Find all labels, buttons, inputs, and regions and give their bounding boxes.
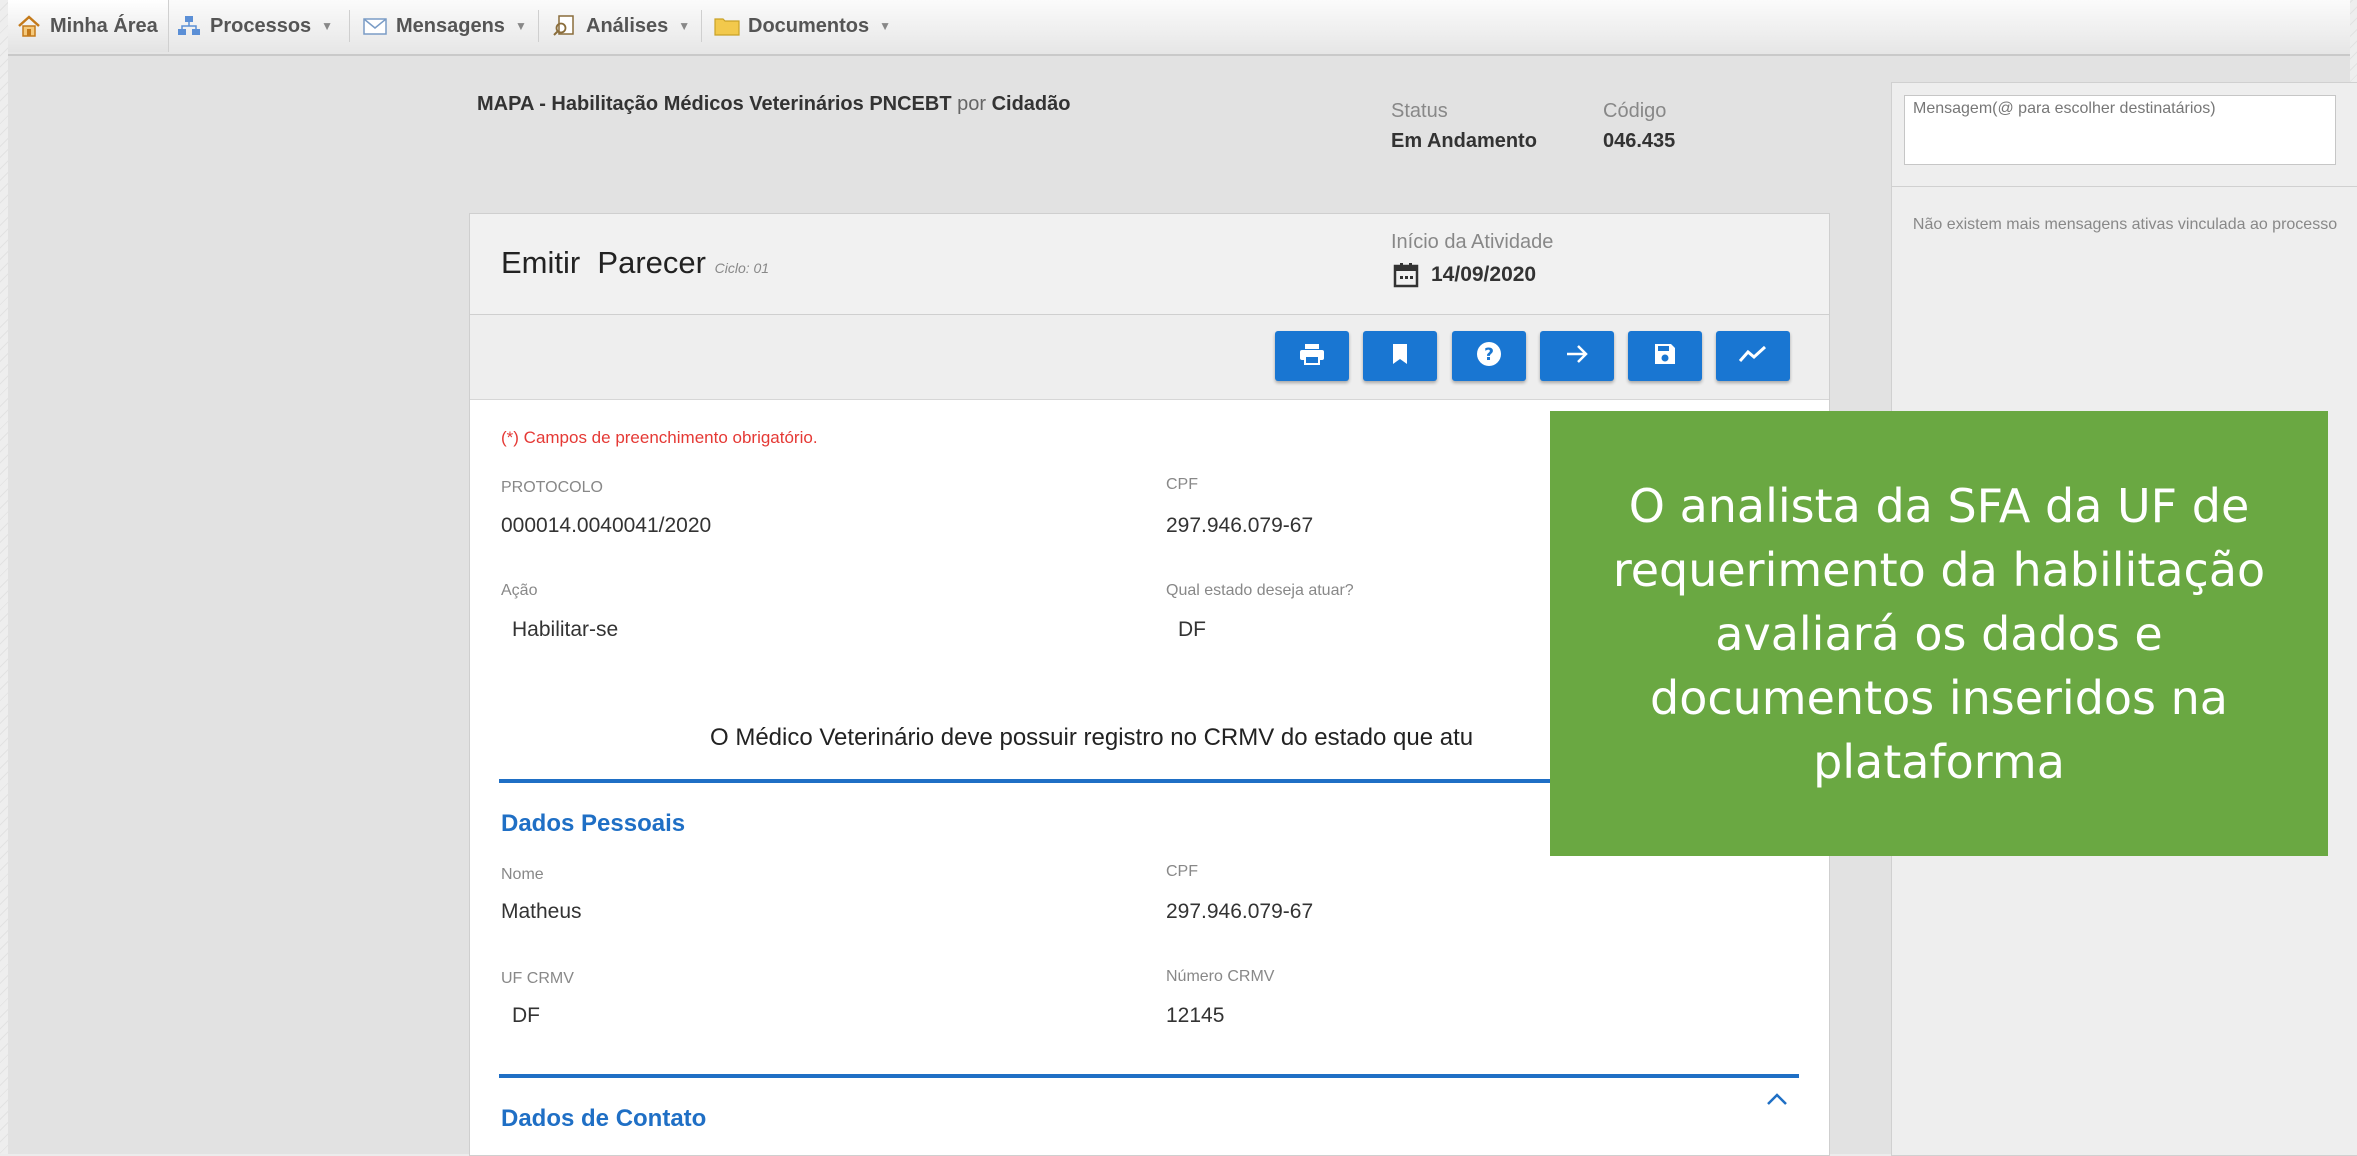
message-input[interactable]: Mensagem(@ para escolher destinatários) [1904,95,2336,165]
home-icon [16,15,42,37]
activity-cycle: Ciclo: 01 [714,260,770,276]
menu-minha-area[interactable]: Minha Área [8,0,169,52]
help-button[interactable]: ? [1452,331,1526,381]
code-label: Código [1603,100,1667,122]
menu-divider [538,10,539,42]
estado-value[interactable]: DF [1178,618,1206,642]
callout-text: O analista da SFA da UF de requerimento … [1612,478,2266,789]
dados-pessoais-title[interactable]: Dados Pessoais [501,810,685,838]
acao-label: Ação [501,582,538,599]
process-title-line: MAPA - Habilitação Médicos Veterinários … [477,93,1071,116]
status-value: Em Andamento [1391,130,1537,152]
envelope-icon [362,15,388,37]
protocolo-value: 000014.0040041/2020 [501,514,712,537]
chevron-up-icon[interactable] [1766,1092,1788,1111]
sitemap-icon [176,15,202,37]
annotation-callout: O analista da SFA da UF de requerimento … [1550,411,2328,856]
menu-label: Minha Área [50,14,158,37]
chevron-down-icon: ▼ [514,19,527,33]
print-icon [1299,343,1325,370]
menu-divider [701,10,702,42]
dados-contato-title[interactable]: Dados de Contato [501,1105,706,1133]
numero-crmv-value: 12145 [1166,1004,1225,1027]
nome-value: Matheus [501,900,582,923]
crmv-notice: O Médico Veterinário deve possuir regist… [710,724,1474,751]
activity-start-label: Início da Atividade [1391,231,1554,253]
process-author: Cidadão [991,93,1071,115]
messages-empty-text: Não existem mais mensagens ativas vincul… [1912,216,2338,233]
menu-documentos[interactable]: Documentos ▼ [714,0,891,52]
chevron-down-icon: ▼ [879,19,892,33]
menu-processos[interactable]: Processos ▼ [176,0,333,52]
chart-line-icon [1738,345,1767,368]
save-icon [1654,343,1676,370]
print-button[interactable] [1275,331,1349,381]
menu-label: Processos [210,14,312,37]
calendar-icon [1393,262,1419,288]
cpf-value: 297.946.079-67 [1166,514,1314,537]
svg-text:?: ? [1484,345,1494,365]
menu-label: Mensagens [396,14,505,37]
required-note: (*) Campos de preenchimento obrigatório. [501,428,818,447]
estado-label: Qual estado deseja atuar? [1166,582,1354,599]
bookmark-button[interactable] [1363,331,1437,381]
process-por: por [957,93,987,115]
help-icon: ? [1476,341,1502,372]
chevron-down-icon: ▼ [678,19,691,33]
arrow-right-icon [1565,344,1589,369]
cpf-label: CPF [1166,863,1198,880]
activity-title: Emitir Parecer [501,245,706,280]
toolbar-row [470,315,1829,400]
activity-start-date: 14/09/2020 [1431,263,1537,286]
uf-crmv-value[interactable]: DF [512,1004,540,1028]
activity-start-date-wrap: 14/09/2020 [1393,262,1536,288]
cpf-value: 297.946.079-67 [1166,900,1314,923]
chevron-down-icon: ▼ [321,19,334,33]
bookmark-icon [1391,343,1409,370]
status-label: Status [1391,100,1448,122]
activity-title-wrap: Emitir Parecer Ciclo: 01 [501,245,769,281]
search-document-icon [552,15,578,37]
acao-value[interactable]: Habilitar-se [512,618,618,642]
menu-label: Documentos [748,14,870,37]
save-button[interactable] [1628,331,1702,381]
menu-mensagens[interactable]: Mensagens ▼ [362,0,527,52]
menu-analises[interactable]: Análises ▼ [552,0,690,52]
nome-label: Nome [501,866,544,883]
top-menu-bar [8,0,2350,56]
numero-crmv-label: Número CRMV [1166,968,1275,985]
section-divider [499,1074,1799,1078]
uf-crmv-label: UF CRMV [501,970,574,987]
menu-label: Análises [586,14,669,37]
protocolo-label: PROTOCOLO [501,479,603,496]
cpf-label: CPF [1166,476,1198,493]
folder-icon [714,15,740,37]
panel-divider [1892,186,2357,187]
forward-button[interactable] [1540,331,1614,381]
menu-divider [349,10,350,42]
code-value: 046.435 [1603,130,1676,152]
chart-button[interactable] [1716,331,1790,381]
process-title: MAPA - Habilitação Médicos Veterinários … [477,93,952,115]
